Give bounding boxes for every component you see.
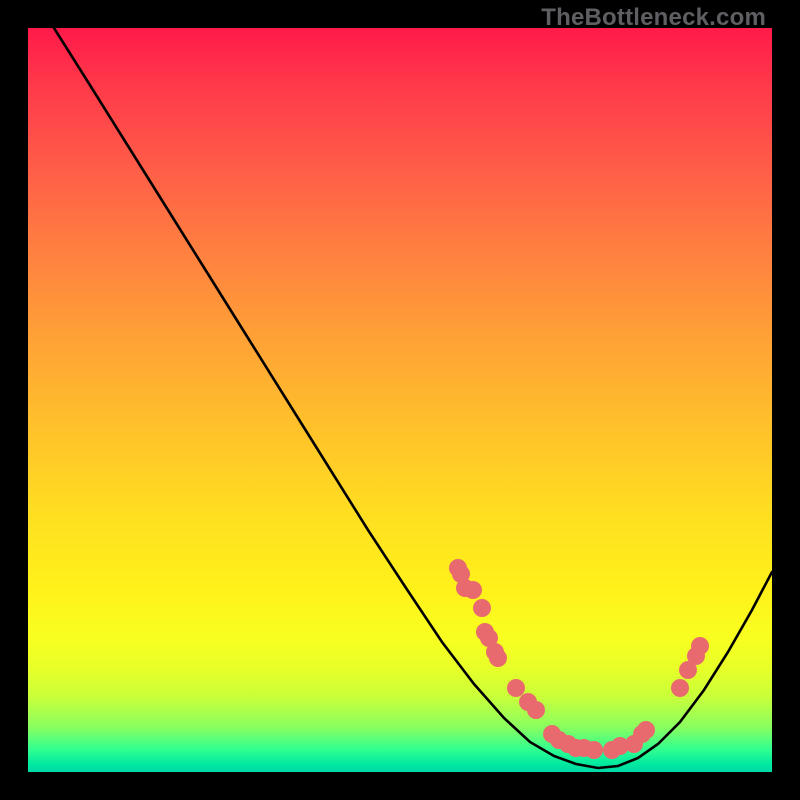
watermark-text: TheBottleneck.com — [541, 4, 766, 32]
curve-marker — [489, 649, 507, 667]
curve-marker — [637, 721, 655, 739]
curve-marker — [507, 679, 525, 697]
curve-marker — [691, 637, 709, 655]
plot-area — [28, 28, 772, 772]
curve-markers — [449, 559, 709, 759]
curve-marker — [464, 581, 482, 599]
bottleneck-curve — [54, 28, 772, 768]
bottleneck-curve-layer — [28, 28, 772, 772]
curve-marker — [473, 599, 491, 617]
curve-marker — [671, 679, 689, 697]
curve-marker — [585, 741, 603, 759]
curve-marker — [527, 701, 545, 719]
chart-frame — [28, 28, 772, 772]
